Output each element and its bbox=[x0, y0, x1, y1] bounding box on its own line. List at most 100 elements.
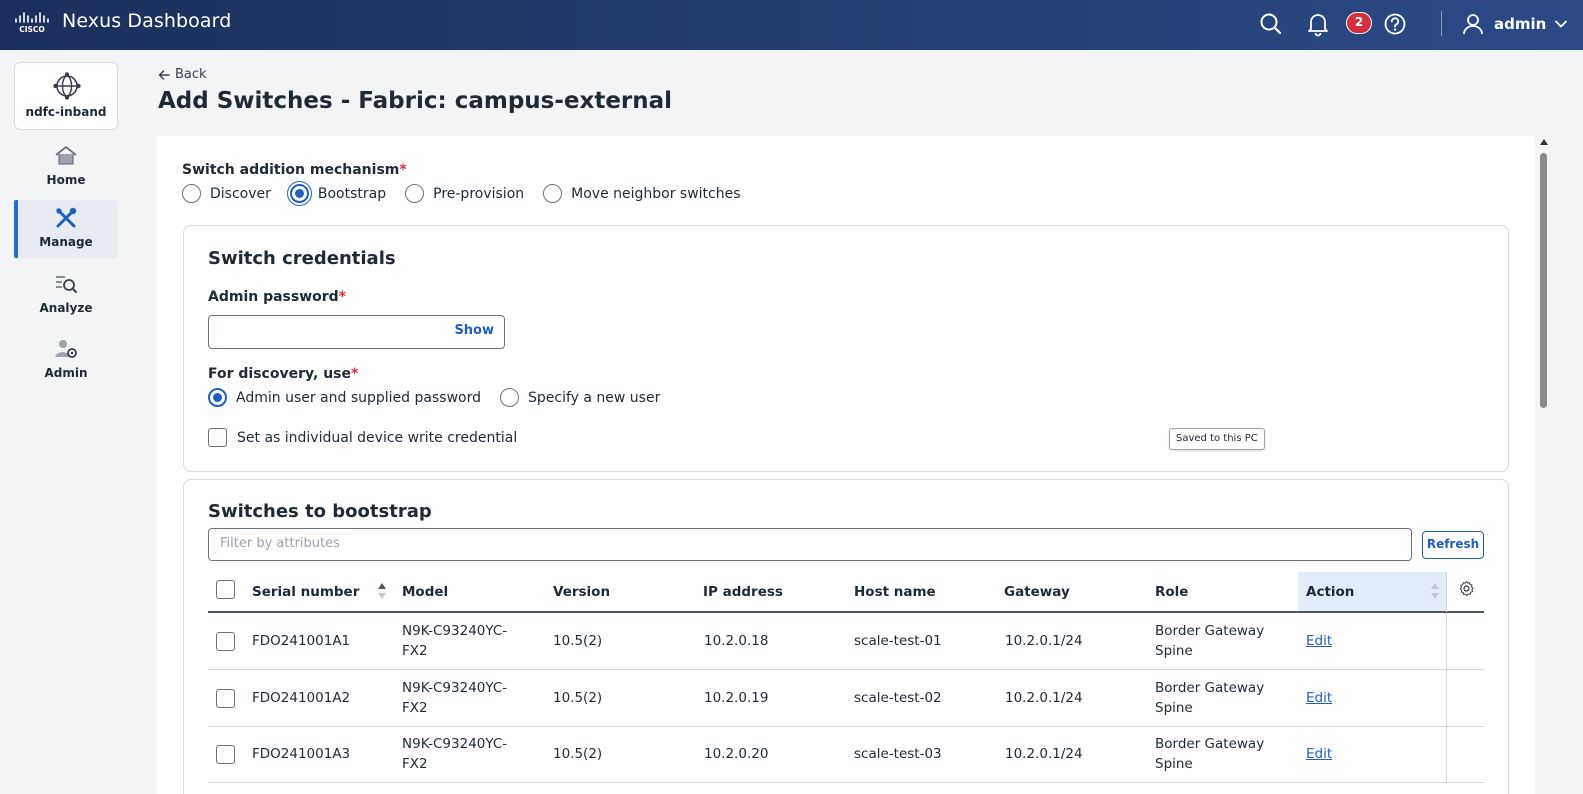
row-divider bbox=[208, 726, 1484, 727]
cell-role-suffix: Spine bbox=[1155, 700, 1193, 716]
back-label: Back bbox=[175, 67, 207, 82]
cell-model: N9K-C93240YC- bbox=[402, 680, 508, 696]
gear-icon[interactable] bbox=[1458, 580, 1475, 597]
sort-icon[interactable] bbox=[377, 581, 387, 601]
col-action[interactable]: Action bbox=[1306, 572, 1354, 612]
col-host-name[interactable]: Host name bbox=[854, 572, 936, 612]
col-ip-address[interactable]: IP address bbox=[703, 572, 783, 612]
cell-serial: FDO241001A3 bbox=[252, 746, 351, 762]
cell-role-suffix: Spine bbox=[1155, 643, 1193, 659]
cell-version: 10.5(2) bbox=[553, 746, 603, 762]
radio-bootstrap[interactable] bbox=[289, 184, 309, 203]
cell-serial: FDO241001A2 bbox=[252, 690, 351, 706]
cell-host: scale-test-02 bbox=[854, 690, 942, 706]
admin-password-input[interactable]: Show bbox=[208, 315, 505, 349]
svg-text:CISCO: CISCO bbox=[19, 25, 45, 34]
cell-ip: 10.2.0.19 bbox=[704, 690, 769, 706]
sidebar-item-manage[interactable]: Manage bbox=[14, 200, 118, 258]
cell-role: Border Gateway bbox=[1155, 623, 1265, 639]
discovery-label-text: For discovery, use bbox=[208, 366, 352, 382]
sidebar-label-home: Home bbox=[46, 173, 86, 187]
radio-pre-provision[interactable] bbox=[405, 184, 425, 203]
cell-model: N9K-C93240YC- bbox=[402, 736, 508, 752]
mechanism-label-text: Switch addition mechanism bbox=[182, 162, 400, 178]
home-icon bbox=[55, 146, 77, 165]
help-icon[interactable] bbox=[1382, 11, 1408, 37]
sidebar-label-analyze: Analyze bbox=[39, 301, 93, 315]
scroll-up-arrow-icon[interactable] bbox=[1540, 139, 1548, 145]
write-credential-row: Set as individual device write credentia… bbox=[208, 428, 517, 447]
cell-model: N9K-C93240YC- bbox=[402, 623, 508, 639]
notification-badge[interactable]: 2 bbox=[1346, 12, 1372, 34]
row-checkbox[interactable] bbox=[216, 689, 235, 708]
bell-icon[interactable] bbox=[1305, 11, 1331, 37]
top-bar: CISCO Nexus Dashboard 2 admin bbox=[0, 0, 1583, 50]
cell-ip: 10.2.0.20 bbox=[704, 746, 769, 762]
cell-model-suffix: FX2 bbox=[402, 643, 428, 659]
app-title: Nexus Dashboard bbox=[62, 10, 232, 32]
sidebar-item-home[interactable]: Home bbox=[14, 138, 118, 196]
site-selector[interactable]: ndfc-inband bbox=[14, 62, 118, 130]
back-link[interactable]: Back bbox=[158, 67, 207, 82]
radio-label-move-neighbor: Move neighbor switches bbox=[571, 185, 741, 202]
col-gateway[interactable]: Gateway bbox=[1004, 572, 1070, 612]
sort-icon[interactable] bbox=[1430, 581, 1440, 601]
discovery-label: For discovery, use* bbox=[208, 366, 358, 382]
row-checkbox[interactable] bbox=[216, 632, 235, 651]
required-marker: * bbox=[351, 366, 359, 382]
sidebar-item-admin[interactable]: Admin bbox=[14, 331, 118, 389]
cell-version: 10.5(2) bbox=[553, 633, 603, 649]
column-divider bbox=[1446, 572, 1447, 612]
radio-label-bootstrap: Bootstrap bbox=[317, 185, 387, 202]
mechanism-radio-group: Discover Bootstrap Pre-provision Move ne… bbox=[182, 184, 760, 203]
cell-role: Border Gateway bbox=[1155, 736, 1265, 752]
cell-host: scale-test-03 bbox=[854, 746, 942, 762]
radio-admin-user[interactable] bbox=[208, 388, 227, 407]
row-checkbox[interactable] bbox=[216, 745, 235, 764]
col-role[interactable]: Role bbox=[1155, 572, 1188, 612]
cisco-logo-icon: CISCO bbox=[15, 12, 49, 34]
col-serial-number[interactable]: Serial number bbox=[252, 572, 359, 612]
tools-icon bbox=[56, 207, 77, 228]
cell-serial: FDO241001A1 bbox=[252, 633, 351, 649]
row-divider bbox=[208, 782, 1484, 783]
globe-network-icon bbox=[53, 72, 81, 100]
sidebar: ndfc-inband Home Manage Analyze Admin bbox=[0, 50, 132, 794]
radio-label-pre-provision: Pre-provision bbox=[433, 185, 525, 202]
column-divider bbox=[1446, 727, 1447, 783]
column-divider bbox=[1446, 613, 1447, 670]
col-version[interactable]: Version bbox=[553, 572, 610, 612]
radio-move-neighbor[interactable] bbox=[543, 184, 563, 203]
cell-gateway: 10.2.0.1/24 bbox=[1005, 633, 1083, 649]
user-menu[interactable]: admin bbox=[1462, 10, 1568, 38]
mechanism-label: Switch addition mechanism* bbox=[182, 162, 407, 178]
select-all-checkbox[interactable] bbox=[216, 580, 235, 599]
radio-label-admin-user: Admin user and supplied password bbox=[236, 389, 481, 406]
cell-gateway: 10.2.0.1/24 bbox=[1005, 690, 1083, 706]
radio-discover[interactable] bbox=[182, 184, 201, 203]
edit-link[interactable]: Edit bbox=[1306, 744, 1332, 764]
edit-link[interactable]: Edit bbox=[1306, 688, 1332, 708]
password-label: Admin password* bbox=[208, 289, 346, 305]
edit-link[interactable]: Edit bbox=[1306, 631, 1332, 651]
table-header-divider bbox=[208, 611, 1484, 613]
show-password-button[interactable]: Show bbox=[454, 323, 494, 338]
required-marker: * bbox=[399, 162, 407, 178]
write-credential-checkbox[interactable] bbox=[208, 428, 227, 447]
cell-model-suffix: FX2 bbox=[402, 756, 428, 772]
radio-new-user[interactable] bbox=[499, 388, 519, 407]
search-icon[interactable] bbox=[1258, 11, 1284, 37]
refresh-button[interactable]: Refresh bbox=[1422, 531, 1484, 559]
required-marker: * bbox=[338, 289, 347, 305]
sidebar-item-analyze[interactable]: Analyze bbox=[14, 266, 118, 324]
col-model[interactable]: Model bbox=[402, 572, 448, 612]
user-name: admin bbox=[1494, 15, 1547, 33]
user-icon bbox=[1463, 14, 1483, 35]
filter-input[interactable]: Filter by attributes bbox=[208, 528, 1412, 561]
filter-placeholder: Filter by attributes bbox=[220, 536, 340, 551]
panel-scrollbar[interactable] bbox=[1537, 136, 1551, 794]
scrollbar-thumb[interactable] bbox=[1540, 153, 1547, 408]
arrow-left-icon bbox=[158, 69, 170, 80]
radio-label-new-user: Specify a new user bbox=[527, 389, 661, 406]
write-credential-label: Set as individual device write credentia… bbox=[237, 429, 518, 446]
